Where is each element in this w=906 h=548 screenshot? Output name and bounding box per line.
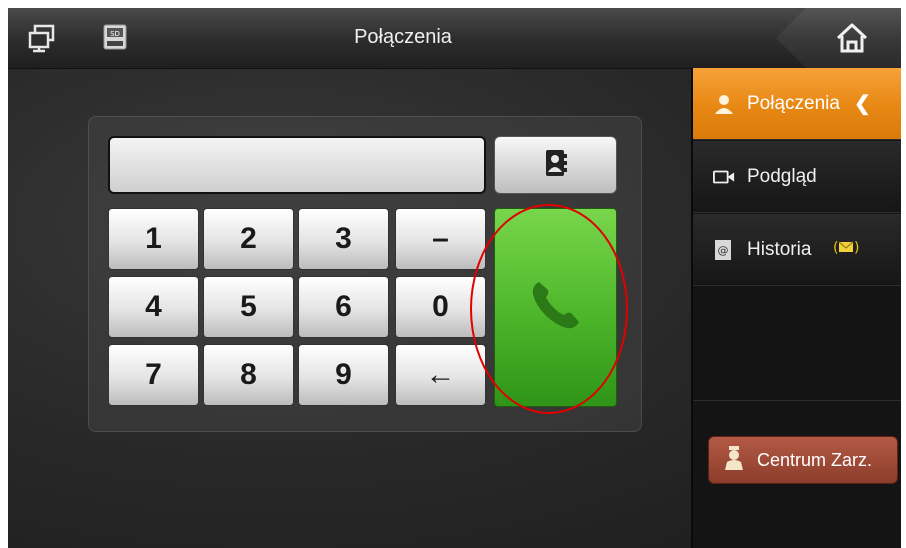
key-2[interactable]: 2 xyxy=(203,208,294,270)
top-bar: SD Połączenia xyxy=(8,8,901,69)
sidebar-item-label: Historia xyxy=(747,238,812,260)
home-icon xyxy=(834,20,870,61)
sidebar-item-label: Podgląd xyxy=(747,165,817,187)
call-highlight-ring xyxy=(470,204,628,414)
number-input[interactable] xyxy=(108,136,486,194)
mail-at-icon: @ xyxy=(713,239,735,261)
camera-icon xyxy=(713,166,735,188)
svg-text:(: ( xyxy=(833,240,838,255)
key-dash[interactable]: – xyxy=(395,208,486,270)
key-9[interactable]: 9 xyxy=(298,344,389,406)
user-icon xyxy=(713,93,735,115)
key-1[interactable]: 1 xyxy=(108,208,199,270)
svg-text:): ) xyxy=(854,240,859,255)
sidebar-item-preview[interactable]: Podgląd xyxy=(693,141,901,213)
sidebar-empty-slot xyxy=(693,287,901,401)
backspace-key[interactable]: ← xyxy=(395,344,486,406)
key-3[interactable]: 3 xyxy=(298,208,389,270)
contacts-book-icon xyxy=(543,148,569,183)
management-center-button[interactable]: Centrum Zarz. xyxy=(708,436,898,484)
key-4[interactable]: 4 xyxy=(108,276,199,338)
svg-text:@: @ xyxy=(718,244,729,257)
home-button[interactable] xyxy=(776,8,901,68)
sidebar-item-label: Połączenia xyxy=(747,92,840,114)
sidebar-item-calls[interactable]: Połączenia ❮ xyxy=(693,68,901,140)
key-5[interactable]: 5 xyxy=(203,276,294,338)
chevron-left-icon: ❮ xyxy=(853,93,871,115)
envelope-icon: ( ) xyxy=(833,239,859,261)
intercom-screen: SD Połączenia 1 2 3 – 4 5 6 0 7 8 9 ← Po… xyxy=(8,8,901,548)
management-center-label: Centrum Zarz. xyxy=(757,449,873,470)
key-8[interactable]: 8 xyxy=(203,344,294,406)
page-title: Połączenia xyxy=(354,26,452,48)
key-7[interactable]: 7 xyxy=(108,344,199,406)
concierge-icon xyxy=(723,445,745,476)
key-6[interactable]: 6 xyxy=(298,276,389,338)
contacts-button[interactable] xyxy=(494,136,617,194)
sidebar-item-history[interactable]: @ Historia ( ) xyxy=(693,214,901,286)
